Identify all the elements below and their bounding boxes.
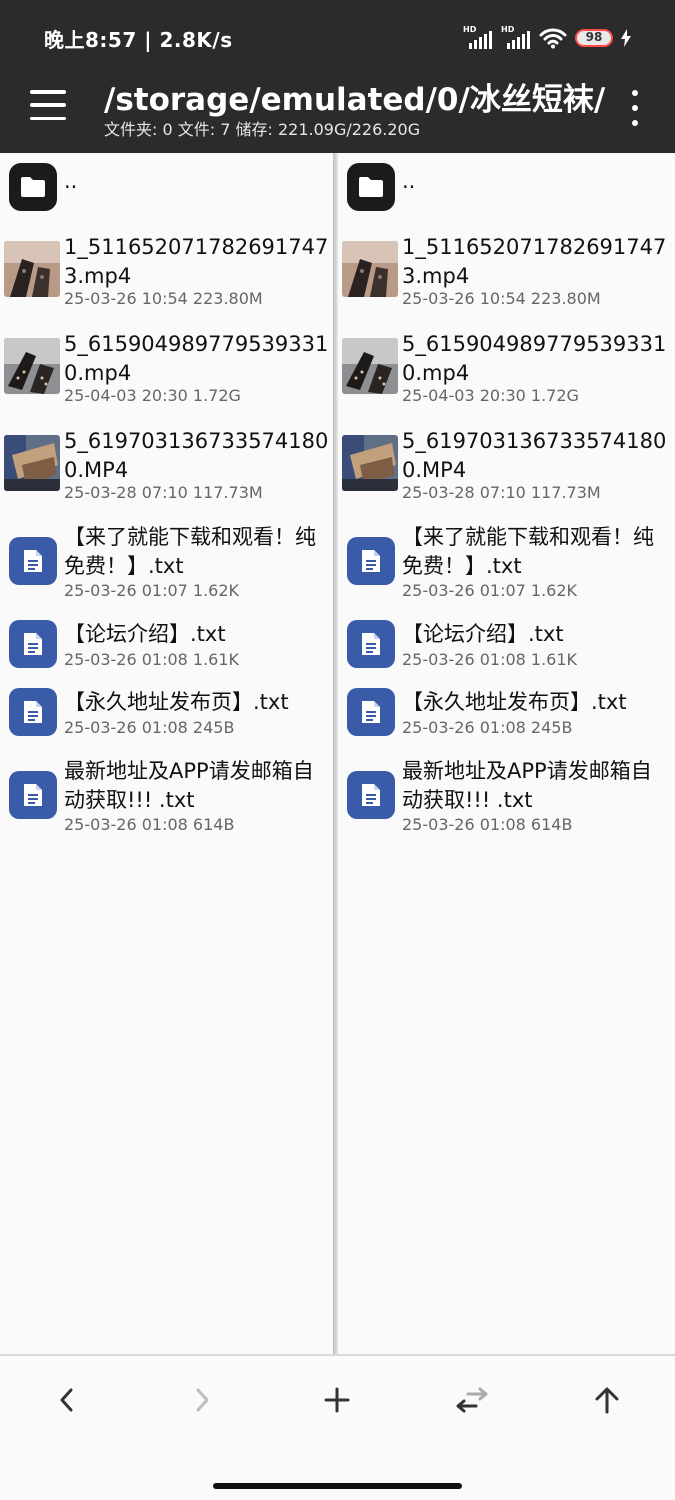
file-name: 5_6159049897795393310.mp4 xyxy=(402,332,667,385)
text-file-icon xyxy=(9,537,57,585)
file-meta: 25-03-26 01:08 245B xyxy=(402,718,573,737)
parent-folder-row[interactable]: .. xyxy=(338,163,675,223)
swap-icon xyxy=(456,1387,488,1413)
file-row[interactable]: 1_5116520717826917473.mp4 25-03-26 10:54 … xyxy=(338,233,675,329)
overflow-menu-button[interactable] xyxy=(629,90,641,126)
video-thumbnail xyxy=(342,435,398,491)
file-name: 最新地址及APP请发邮箱自动获取!!! .txt xyxy=(64,759,314,812)
status-icons: HD HD 98 xyxy=(463,25,631,50)
chevron-right-icon xyxy=(196,1388,209,1412)
status-time: 晚上8:57 | 2.8K/s xyxy=(44,28,233,52)
file-meta: 25-03-26 01:08 1.61K xyxy=(402,650,578,669)
text-file-icon xyxy=(9,771,57,819)
file-row[interactable]: 5_6159049897795393310.mp4 25-04-03 20:30 … xyxy=(0,330,335,426)
file-name: 1_5116520717826917473.mp4 xyxy=(402,235,667,288)
status-bar: 晚上8:57 | 2.8K/s HD HD 98 xyxy=(0,0,675,72)
file-name: 【永久地址发布页】.txt xyxy=(402,690,627,714)
parent-folder-label: .. xyxy=(64,169,78,193)
file-meta: 25-03-28 07:10 117.73M xyxy=(64,483,263,502)
text-file-icon xyxy=(347,688,395,736)
file-name: 【永久地址发布页】.txt xyxy=(64,690,289,714)
chevron-left-icon xyxy=(60,1388,73,1412)
file-row[interactable]: 1_5116520717826917473.mp4 25-03-26 10:54 … xyxy=(0,233,335,329)
file-meta: 25-03-26 01:08 1.61K xyxy=(64,650,240,669)
file-row[interactable]: 【论坛介绍】.txt 25-03-26 01:08 1.61K xyxy=(0,620,335,680)
forward-button[interactable] xyxy=(172,1380,232,1420)
file-name: 【来了就能下载和观看！纯免费！】.txt xyxy=(402,525,654,578)
home-indicator[interactable] xyxy=(213,1483,462,1489)
file-row[interactable]: 【论坛介绍】.txt 25-03-26 01:08 1.61K xyxy=(338,620,675,680)
file-row[interactable]: 【永久地址发布页】.txt 25-03-26 01:08 245B xyxy=(0,688,335,748)
file-meta: 25-03-26 10:54 223.80M xyxy=(402,289,601,308)
charging-bolt-icon xyxy=(621,29,631,47)
menu-button[interactable] xyxy=(30,90,66,120)
file-meta: 25-03-26 01:08 614B xyxy=(402,815,573,834)
parent-folder-label: .. xyxy=(402,169,416,193)
text-file-icon xyxy=(9,688,57,736)
text-file-icon xyxy=(9,620,57,668)
text-file-icon xyxy=(347,771,395,819)
arrow-up-icon xyxy=(595,1387,619,1414)
parent-folder-row[interactable]: .. xyxy=(0,163,335,223)
more-vert-icon xyxy=(632,90,638,96)
file-name: 1_5116520717826917473.mp4 xyxy=(64,235,329,288)
parent-dir-button[interactable] xyxy=(577,1380,637,1420)
plus-icon xyxy=(324,1387,350,1413)
file-meta: 25-03-26 01:07 1.62K xyxy=(402,581,578,600)
file-meta: 25-03-28 07:10 117.73M xyxy=(402,483,601,502)
file-row[interactable]: 最新地址及APP请发邮箱自动获取!!! .txt 25-03-26 01:08 6… xyxy=(338,757,675,847)
video-thumbnail xyxy=(4,435,60,491)
left-pane[interactable]: .. 1_5116520717826917473.mp4 25-03-26 10:5… xyxy=(0,153,335,1355)
file-name: 【论坛介绍】.txt xyxy=(64,622,226,646)
menu-icon xyxy=(30,90,66,94)
folder-icon xyxy=(9,163,57,211)
swap-panes-button[interactable] xyxy=(442,1380,502,1420)
current-path: /storage/emulated/0/冰丝短袜/ xyxy=(104,82,606,118)
file-name: 5_6197031367335741800.MP4 xyxy=(64,429,329,482)
file-name: 【论坛介绍】.txt xyxy=(402,622,564,646)
video-thumbnail xyxy=(4,338,60,394)
file-name: 5_6159049897795393310.mp4 xyxy=(64,332,329,385)
top-bar: 晚上8:57 | 2.8K/s HD HD 98 /storage/emulat… xyxy=(0,0,675,153)
file-name: 【来了就能下载和观看！纯免费！】.txt xyxy=(64,525,316,578)
signal-icon: HD xyxy=(463,25,493,49)
video-thumbnail xyxy=(342,338,398,394)
right-pane[interactable]: .. 1_5116520717826917473.mp4 25-03-26 10:5… xyxy=(338,153,675,1355)
file-meta: 25-03-26 01:08 614B xyxy=(64,815,235,834)
file-meta: 25-03-26 01:08 245B xyxy=(64,718,235,737)
file-row[interactable]: 5_6197031367335741800.MP4 25-03-28 07:10 … xyxy=(338,427,675,523)
video-thumbnail xyxy=(4,241,60,297)
video-thumbnail xyxy=(342,241,398,297)
battery-icon: 98 xyxy=(575,29,613,47)
new-item-button[interactable] xyxy=(307,1380,367,1420)
file-row[interactable]: 【来了就能下载和观看！纯免费！】.txt 25-03-26 01:07 1.62K xyxy=(0,523,335,613)
wifi-icon xyxy=(539,28,567,49)
file-meta: 25-03-26 01:07 1.62K xyxy=(64,581,240,600)
storage-summary: 文件夹: 0 文件: 7 储存: 221.09G/226.20G xyxy=(104,120,421,139)
folder-icon xyxy=(347,163,395,211)
file-name: 5_6197031367335741800.MP4 xyxy=(402,429,667,482)
file-row[interactable]: 5_6197031367335741800.MP4 25-03-28 07:10 … xyxy=(0,427,335,523)
file-row[interactable]: 【来了就能下载和观看！纯免费！】.txt 25-03-26 01:07 1.62K xyxy=(338,523,675,613)
battery-level: 98 xyxy=(585,30,603,44)
file-row[interactable]: 最新地址及APP请发邮箱自动获取!!! .txt 25-03-26 01:08 6… xyxy=(0,757,335,847)
bottom-toolbar xyxy=(0,1356,675,1500)
file-meta: 25-04-03 20:30 1.72G xyxy=(64,386,241,405)
file-row[interactable]: 【永久地址发布页】.txt 25-03-26 01:08 245B xyxy=(338,688,675,748)
file-row[interactable]: 5_6159049897795393310.mp4 25-04-03 20:30 … xyxy=(338,330,675,426)
text-file-icon xyxy=(347,620,395,668)
file-manager-screen: 晚上8:57 | 2.8K/s HD HD 98 /storage/emulat… xyxy=(0,0,675,1500)
file-meta: 25-04-03 20:30 1.72G xyxy=(402,386,579,405)
file-meta: 25-03-26 10:54 223.80M xyxy=(64,289,263,308)
file-name: 最新地址及APP请发邮箱自动获取!!! .txt xyxy=(402,759,652,812)
signal-icon: HD xyxy=(501,25,531,49)
app-header: /storage/emulated/0/冰丝短袜/ 文件夹: 0 文件: 7 储… xyxy=(0,72,675,153)
back-button[interactable] xyxy=(37,1380,97,1420)
text-file-icon xyxy=(347,537,395,585)
